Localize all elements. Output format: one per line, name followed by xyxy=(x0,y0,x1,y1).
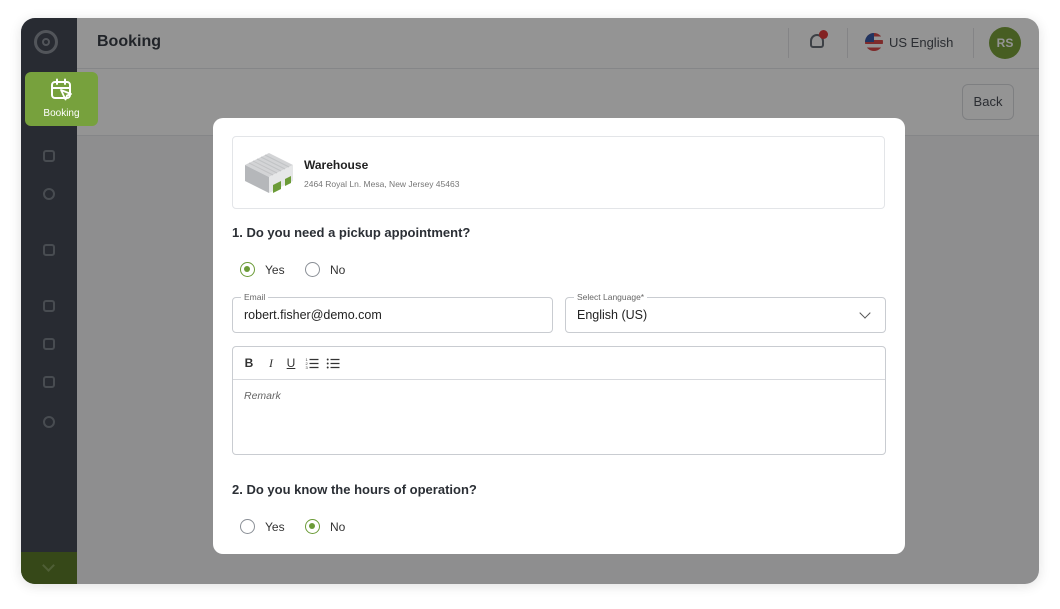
warehouse-card: Warehouse 2464 Royal Ln. Mesa, New Jerse… xyxy=(232,136,885,209)
sidebar-item-booking[interactable]: Booking xyxy=(25,72,98,126)
sidebar-item-label: Booking xyxy=(43,108,80,119)
radio-unchecked[interactable] xyxy=(240,519,255,534)
radio-checked[interactable] xyxy=(240,262,255,277)
warehouse-address: 2464 Royal Ln. Mesa, New Jersey 45463 xyxy=(304,179,460,189)
email-field[interactable]: Email xyxy=(232,292,553,333)
app-window: Booking US English RS Back Booking Wareh… xyxy=(21,18,1039,584)
warehouse-image xyxy=(245,153,293,193)
bold-button[interactable]: B xyxy=(242,356,256,370)
question-pickup-appointment: 1. Do you need a pickup appointment? xyxy=(232,225,471,240)
underline-button[interactable]: U xyxy=(284,356,298,370)
language-select-value: English (US) xyxy=(577,308,648,322)
booking-modal: Warehouse 2464 Royal Ln. Mesa, New Jerse… xyxy=(213,118,905,554)
radio-unchecked[interactable] xyxy=(305,262,320,277)
svg-text:3: 3 xyxy=(306,365,309,369)
editor-toolbar: B I U 1 2 3 xyxy=(233,347,885,380)
question-hours-of-operation: 2. Do you know the hours of operation? xyxy=(232,482,477,497)
remark-editor[interactable]: B I U 1 2 3 Remark xyxy=(232,346,886,455)
email-label: Email xyxy=(241,292,269,302)
email-input[interactable] xyxy=(244,308,522,322)
ordered-list-icon[interactable]: 1 2 3 xyxy=(305,357,319,369)
chevron-down-icon[interactable] xyxy=(859,307,871,319)
calendar-pointer-icon xyxy=(51,78,72,101)
warehouse-name: Warehouse xyxy=(304,158,369,172)
italic-button[interactable]: I xyxy=(264,356,278,371)
language-select[interactable]: Select Language* English (US) xyxy=(565,292,886,333)
remark-placeholder[interactable]: Remark xyxy=(244,390,281,402)
bullet-list-icon[interactable] xyxy=(326,357,340,369)
radio-checked[interactable] xyxy=(305,519,320,534)
language-select-label: Select Language* xyxy=(574,292,648,302)
